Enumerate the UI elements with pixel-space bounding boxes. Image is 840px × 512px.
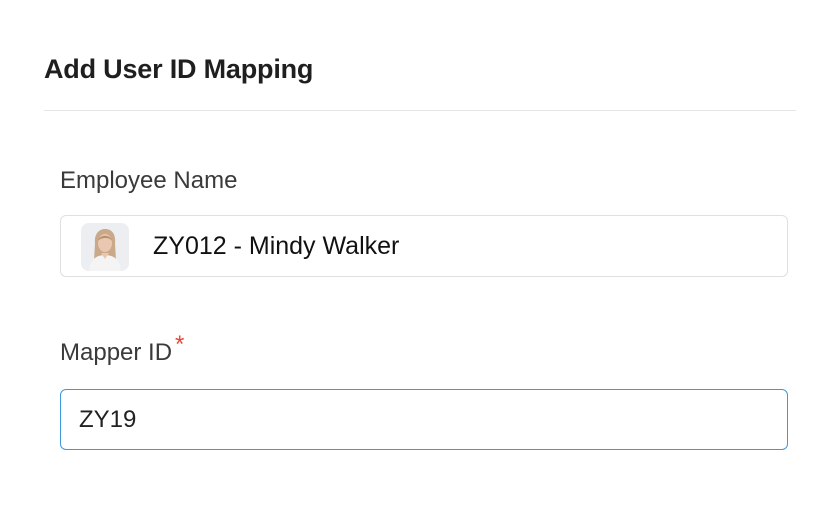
avatar [81, 223, 129, 271]
mapper-id-input[interactable] [60, 389, 788, 450]
dialog-title: Add User ID Mapping [44, 54, 314, 84]
mapper-id-label-text: Mapper ID [60, 339, 173, 366]
add-user-id-mapping-dialog: Add User ID Mapping Employee Name ZY012 … [0, 0, 840, 512]
user-photo-avatar-icon [81, 223, 129, 271]
employee-name-field[interactable]: ZY012 - Mindy Walker [60, 215, 788, 277]
required-indicator: * [175, 331, 185, 358]
employee-name-label: Employee Name [60, 167, 238, 194]
mapper-id-label: Mapper ID * [60, 331, 184, 367]
employee-name-value: ZY012 - Mindy Walker [153, 232, 400, 260]
dialog-header: Add User ID Mapping [44, 0, 796, 111]
